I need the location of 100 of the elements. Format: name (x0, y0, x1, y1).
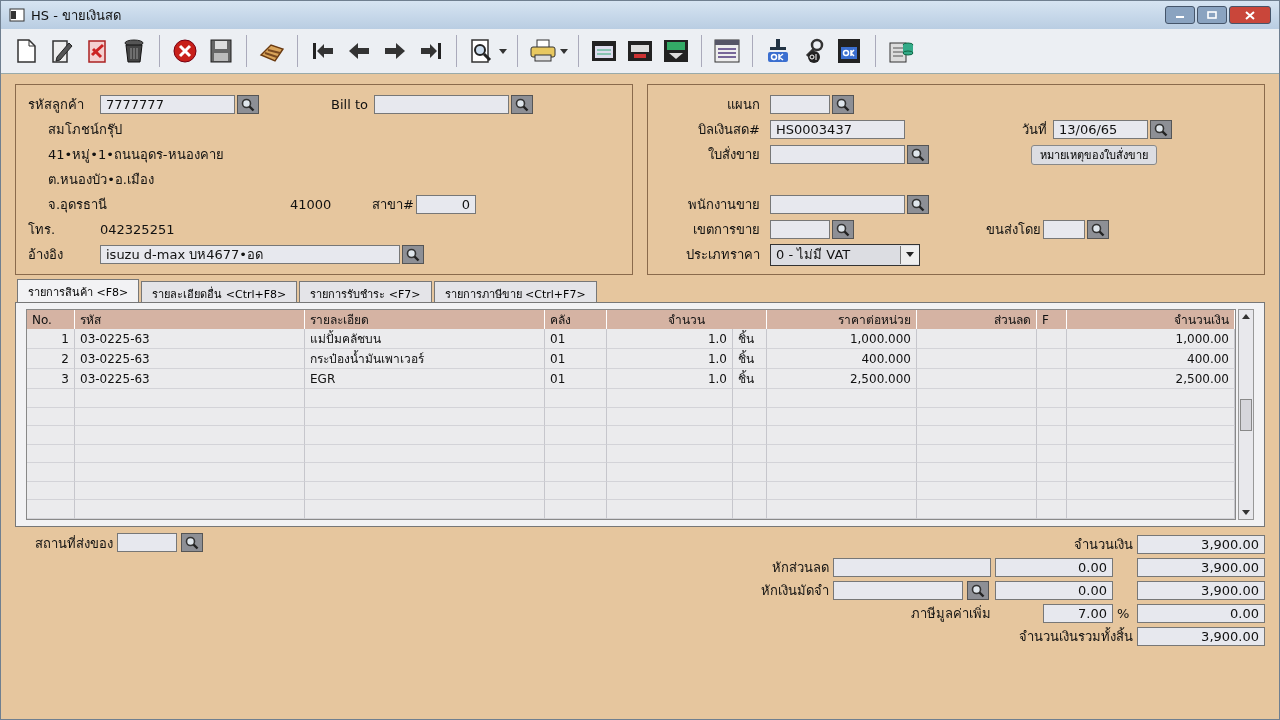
table-cell (1037, 389, 1067, 408)
search-icon (514, 97, 529, 112)
table-cell (733, 500, 767, 519)
table-cell: 03-0225-63 (75, 329, 305, 349)
field-label: สาขา# (372, 196, 414, 214)
input-field[interactable]: 7.00 (1043, 604, 1113, 623)
search-icon (241, 97, 255, 112)
field-label: อ้างอิง (28, 246, 64, 264)
table-cell (27, 389, 75, 408)
search-button[interactable] (510, 95, 533, 114)
minimize-button[interactable] (1165, 6, 1195, 24)
search-icon (1154, 122, 1168, 137)
input-field[interactable] (770, 145, 905, 164)
input-field[interactable]: 13/06/65 (1053, 120, 1148, 139)
column-header[interactable]: ราคาต่อหน่วย (767, 310, 917, 329)
column-header[interactable]: F (1037, 310, 1067, 329)
cancel-icon[interactable] (170, 37, 200, 65)
table-cell (1037, 426, 1067, 445)
table-cell: 1.0 (607, 369, 733, 389)
column-header[interactable]: ส่วนลด (917, 310, 1037, 329)
table-cell (1037, 500, 1067, 519)
address-line: 41•หมู่•1•ถนนอุดร-หนองคาย (47, 146, 224, 165)
input-field[interactable] (117, 533, 177, 552)
column-header[interactable]: No. (27, 310, 75, 329)
search-button[interactable] (1087, 220, 1109, 239)
search-button[interactable] (907, 145, 929, 164)
field-label: ประเภทราคา (685, 246, 760, 264)
up-arrow-icon[interactable] (1242, 314, 1250, 319)
input-field[interactable] (770, 220, 830, 239)
input-field[interactable]: isuzu d-max บห4677•อด (100, 245, 400, 264)
input-field[interactable] (373, 95, 509, 114)
list-window-icon[interactable] (712, 37, 742, 65)
search-icon (406, 247, 420, 262)
field-label: ใบสั่งขาย (707, 145, 760, 164)
field-label: ภาษีมูลค่าเพิ่ม (911, 604, 991, 624)
tab[interactable]: รายการสินค้า <F8> (17, 279, 140, 302)
input-field[interactable]: HS0003437 (770, 120, 905, 139)
search-button[interactable] (237, 95, 259, 114)
input-field[interactable]: 0.00 (995, 558, 1113, 577)
search-icon (836, 222, 850, 237)
table-cell (1037, 369, 1067, 389)
field-label: เขตการขาย (692, 221, 760, 239)
input-field[interactable] (833, 581, 963, 600)
order-note-button[interactable]: หมายเหตุของใบสั่งขาย (1031, 144, 1157, 165)
search-button[interactable] (907, 195, 929, 214)
table-cell (733, 389, 767, 408)
table-cell: 2,500.00 (1067, 369, 1235, 389)
tab[interactable]: รายการภาษีขาย <Ctrl+F7> (433, 281, 597, 302)
column-header[interactable]: จำนวน (607, 310, 767, 329)
input-field[interactable]: 0.00 (1137, 604, 1265, 623)
input-field[interactable]: 3,900.00 (1137, 535, 1265, 554)
down-arrow-icon[interactable] (1242, 510, 1250, 515)
table-cell (545, 426, 607, 445)
input-field[interactable]: 3,900.00 (1137, 581, 1265, 600)
scrollbar[interactable] (1238, 309, 1254, 520)
percent-sign: % (1117, 606, 1131, 621)
search-button[interactable] (1150, 120, 1172, 139)
search-button[interactable] (181, 533, 203, 552)
phone-number: 042325251 (100, 222, 175, 237)
column-header[interactable]: คลัง (545, 310, 607, 329)
close-icon (1245, 10, 1255, 20)
input-field[interactable]: 3,900.00 (1137, 627, 1265, 646)
input-field[interactable]: 0.00 (995, 581, 1113, 600)
column-header[interactable]: รายละเอียด (305, 310, 545, 329)
input-field[interactable] (833, 558, 991, 577)
tab[interactable]: รายการรับชำระ <F7> (299, 281, 432, 302)
table-cell: 3 (27, 369, 75, 389)
table-cell (733, 426, 767, 445)
customer-name: สมโภชน์กรุ๊ป (47, 121, 122, 140)
input-field[interactable]: 7777777 (100, 95, 235, 114)
table-cell (1037, 349, 1067, 369)
caret-icon[interactable] (499, 48, 507, 54)
input-field[interactable] (770, 95, 830, 114)
field-label: ขนส่งโดย (986, 221, 1041, 239)
maximize-button[interactable] (1197, 6, 1227, 24)
maximize-icon (1207, 11, 1217, 19)
table-cell: 2,500.000 (767, 369, 917, 389)
search-button[interactable] (832, 220, 854, 239)
input-field[interactable]: 3,900.00 (1137, 558, 1265, 577)
printer-icon[interactable] (528, 37, 558, 65)
close-button[interactable] (1229, 6, 1271, 24)
column-header[interactable]: จำนวนเงิน (1067, 310, 1235, 329)
scroll-thumb[interactable] (1240, 398, 1252, 431)
input-field[interactable] (770, 195, 905, 214)
search-button[interactable] (832, 95, 854, 114)
search-button[interactable] (402, 245, 424, 264)
caret-icon[interactable] (560, 48, 568, 54)
tab[interactable]: รายละเอียดอื่น <Ctrl+F8> (141, 281, 298, 302)
table-cell: 03-0225-63 (75, 369, 305, 389)
column-header[interactable]: รหัส (75, 310, 305, 329)
table-cell: 1.0 (607, 329, 733, 349)
search-button[interactable] (967, 581, 989, 600)
table-cell: 2 (27, 349, 75, 369)
table-cell: 1 (27, 329, 75, 349)
price-type-dropdown[interactable]: 0 - ไม่มี VAT (770, 243, 920, 266)
input-field[interactable]: 0 (415, 195, 476, 214)
field-label: สถานที่ส่งของ (35, 534, 113, 553)
field-label: รหัสลูกค้า (28, 96, 85, 115)
input-field[interactable] (1043, 220, 1085, 239)
table-cell (545, 500, 607, 519)
